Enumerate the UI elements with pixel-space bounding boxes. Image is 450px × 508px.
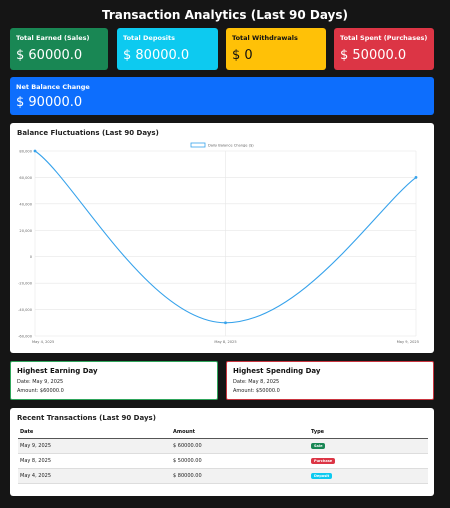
transaction-amount: $ 50000.00 [171, 453, 309, 469]
highest-spending-date: Date: May 8, 2025 [233, 379, 280, 385]
transactions-title: Recent Transactions (Last 90 Days) [17, 414, 156, 422]
type-badge-purchase: Purchase [311, 457, 336, 464]
total-deposits-value: $ 80000.0 [123, 48, 190, 63]
y-tick-label: -20,000 [18, 282, 33, 286]
transaction-amount: $ 60000.00 [171, 438, 309, 454]
x-tick-label: May 4, 2025 [32, 340, 54, 344]
data-point [414, 176, 418, 179]
transactions-table: Date Amount Type May 9, 2025 $ 60000.00 … [18, 426, 428, 484]
page-title: Transaction Analytics (Last 90 Days) [101, 8, 349, 22]
highest-earning-title: Highest Earning Day [17, 367, 98, 375]
transaction-amount: $ 80000.00 [171, 468, 309, 484]
transaction-date: May 8, 2025 [18, 453, 171, 469]
legend-swatch [190, 142, 206, 148]
table-row: May 4, 2025 $ 80000.00 Deposit [18, 468, 428, 484]
total-earned-label: Total Earned (Sales) [16, 34, 90, 42]
total-spent-card: Total Spent (Purchases) $ 50000.0 [334, 28, 434, 70]
data-point [33, 149, 37, 153]
legend-label: Daily Balance Change ($) [208, 144, 254, 148]
type-badge-deposit: Deposit [311, 472, 333, 479]
balance-line-chart: 80,000 60,000 40,000 20,000 0 -20,000 -40,000 -… [18, 142, 419, 344]
type-badge-sale: Sale [311, 442, 326, 449]
total-withdrawals-label: Total Withdrawals [232, 34, 298, 42]
transaction-date: May 4, 2025 [18, 468, 171, 484]
highest-spending-amount: Amount: $50000.0 [233, 388, 280, 394]
table-header-row: Date Amount Type [18, 426, 428, 439]
net-balance-card: Net Balance Change $ 90000.0 [10, 77, 434, 115]
table-row: May 9, 2025 $ 60000.00 Sale [18, 438, 428, 454]
total-deposits-card: Total Deposits $ 80000.0 [117, 28, 218, 70]
highest-earning-amount: Amount: $60000.0 [17, 388, 64, 394]
y-tick-label: -40,000 [18, 308, 33, 312]
column-header-amount: Amount [171, 426, 309, 439]
y-tick-label: -60,000 [18, 335, 33, 339]
column-header-type: Type [309, 426, 428, 439]
transaction-date: May 9, 2025 [18, 438, 171, 454]
y-tick-label: 20,000 [19, 229, 32, 233]
x-tick-label: May 9, 2025 [397, 340, 419, 344]
y-tick-label: 40,000 [19, 202, 32, 206]
data-point [224, 321, 227, 325]
y-tick-label: 80,000 [19, 150, 32, 154]
x-tick-label: May 8, 2025 [214, 340, 236, 344]
total-earned-card: Total Earned (Sales) $ 60000.0 [10, 28, 108, 70]
total-spent-value: $ 50000.0 [340, 48, 407, 63]
total-withdrawals-value: $ 0 [232, 48, 253, 63]
highest-earning-card: Highest Earning Day Date: May 9, 2025 Am… [10, 361, 218, 400]
total-spent-label: Total Spent (Purchases) [340, 34, 428, 42]
recent-transactions-panel: Recent Transactions (Last 90 Days) Date … [10, 408, 434, 496]
net-balance-label: Net Balance Change [16, 83, 90, 91]
y-tick-label: 60,000 [19, 176, 32, 180]
total-withdrawals-card: Total Withdrawals $ 0 [226, 28, 326, 70]
highest-earning-date: Date: May 9, 2025 [17, 379, 64, 385]
highest-spending-card: Highest Spending Day Date: May 8, 2025 A… [226, 361, 434, 400]
highest-spending-title: Highest Spending Day [233, 367, 321, 375]
column-header-date: Date [18, 426, 171, 439]
net-balance-value: $ 90000.0 [16, 95, 83, 110]
y-tick-label: 0 [30, 255, 33, 259]
table-row: May 8, 2025 $ 50000.00 Purchase [18, 453, 428, 469]
total-deposits-label: Total Deposits [123, 34, 176, 42]
total-earned-value: $ 60000.0 [16, 48, 83, 63]
chart-panel-title: Balance Fluctuations (Last 90 Days) [17, 129, 159, 137]
balance-chart-panel: 80,000 60,000 40,000 20,000 0 -20,000 -40,000 -… [10, 123, 434, 353]
